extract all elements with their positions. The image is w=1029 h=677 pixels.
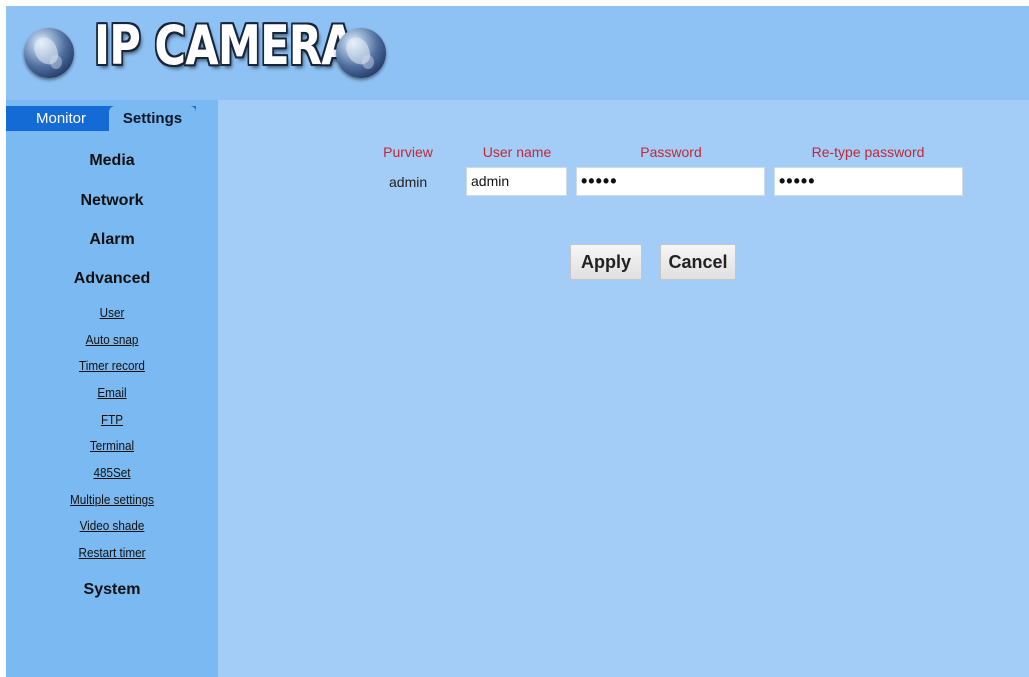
sidebar-link-ftp[interactable]: FTP [17,412,208,427]
sidebar-item-alarm[interactable]: Alarm [6,231,218,249]
retype-password-field[interactable]: ••••• [774,167,963,196]
sidebar-link-email[interactable]: Email [17,385,208,400]
column-header-retype-password: Re-type password [811,144,925,160]
sidebar-link-auto-snap[interactable]: Auto snap [17,332,208,347]
sidebar-link-user[interactable]: User [17,305,208,320]
user-settings-panel: Purview User name Password Re-type passw… [218,100,1029,677]
sidebar-link-timer-record[interactable]: Timer record [17,358,208,373]
sidebar-link-multiple-settings[interactable]: Multiple settings [17,492,208,507]
tab-settings[interactable]: Settings [109,106,196,131]
sidebar-link-restart-timer[interactable]: Restart timer [17,545,208,560]
password-field[interactable]: ••••• [576,167,765,196]
sidebar-link-video-shade[interactable]: Video shade [17,518,208,533]
app-frame: IP CAMERA Monitor Settings Media Network… [6,6,1029,677]
sidebar-item-system[interactable]: System [6,581,218,599]
sidebar-item-advanced[interactable]: Advanced [6,270,218,288]
user-name-field[interactable]: admin [466,167,567,196]
sidebar-link-terminal[interactable]: Terminal [17,438,208,453]
column-header-password: Password [640,144,702,160]
column-header-purview: Purview [383,144,433,160]
tab-monitor[interactable]: Monitor [36,106,86,131]
apply-button[interactable]: Apply [570,244,642,280]
column-header-user-name: User name [482,144,552,160]
sidebar-item-network[interactable]: Network [6,192,218,210]
sidebar: Monitor Settings Media Network Alarm Adv… [6,100,218,677]
globe-icon [24,28,74,78]
purview-value: admin [389,174,428,190]
logo-text: IP CAMERA [94,14,355,77]
cancel-button[interactable]: Cancel [660,244,736,280]
globe-icon [336,28,386,78]
sidebar-link-485set[interactable]: 485Set [17,465,208,480]
tab-bar: Monitor Settings [6,106,196,131]
header-banner: IP CAMERA [6,6,1029,100]
sidebar-item-media[interactable]: Media [6,152,218,170]
